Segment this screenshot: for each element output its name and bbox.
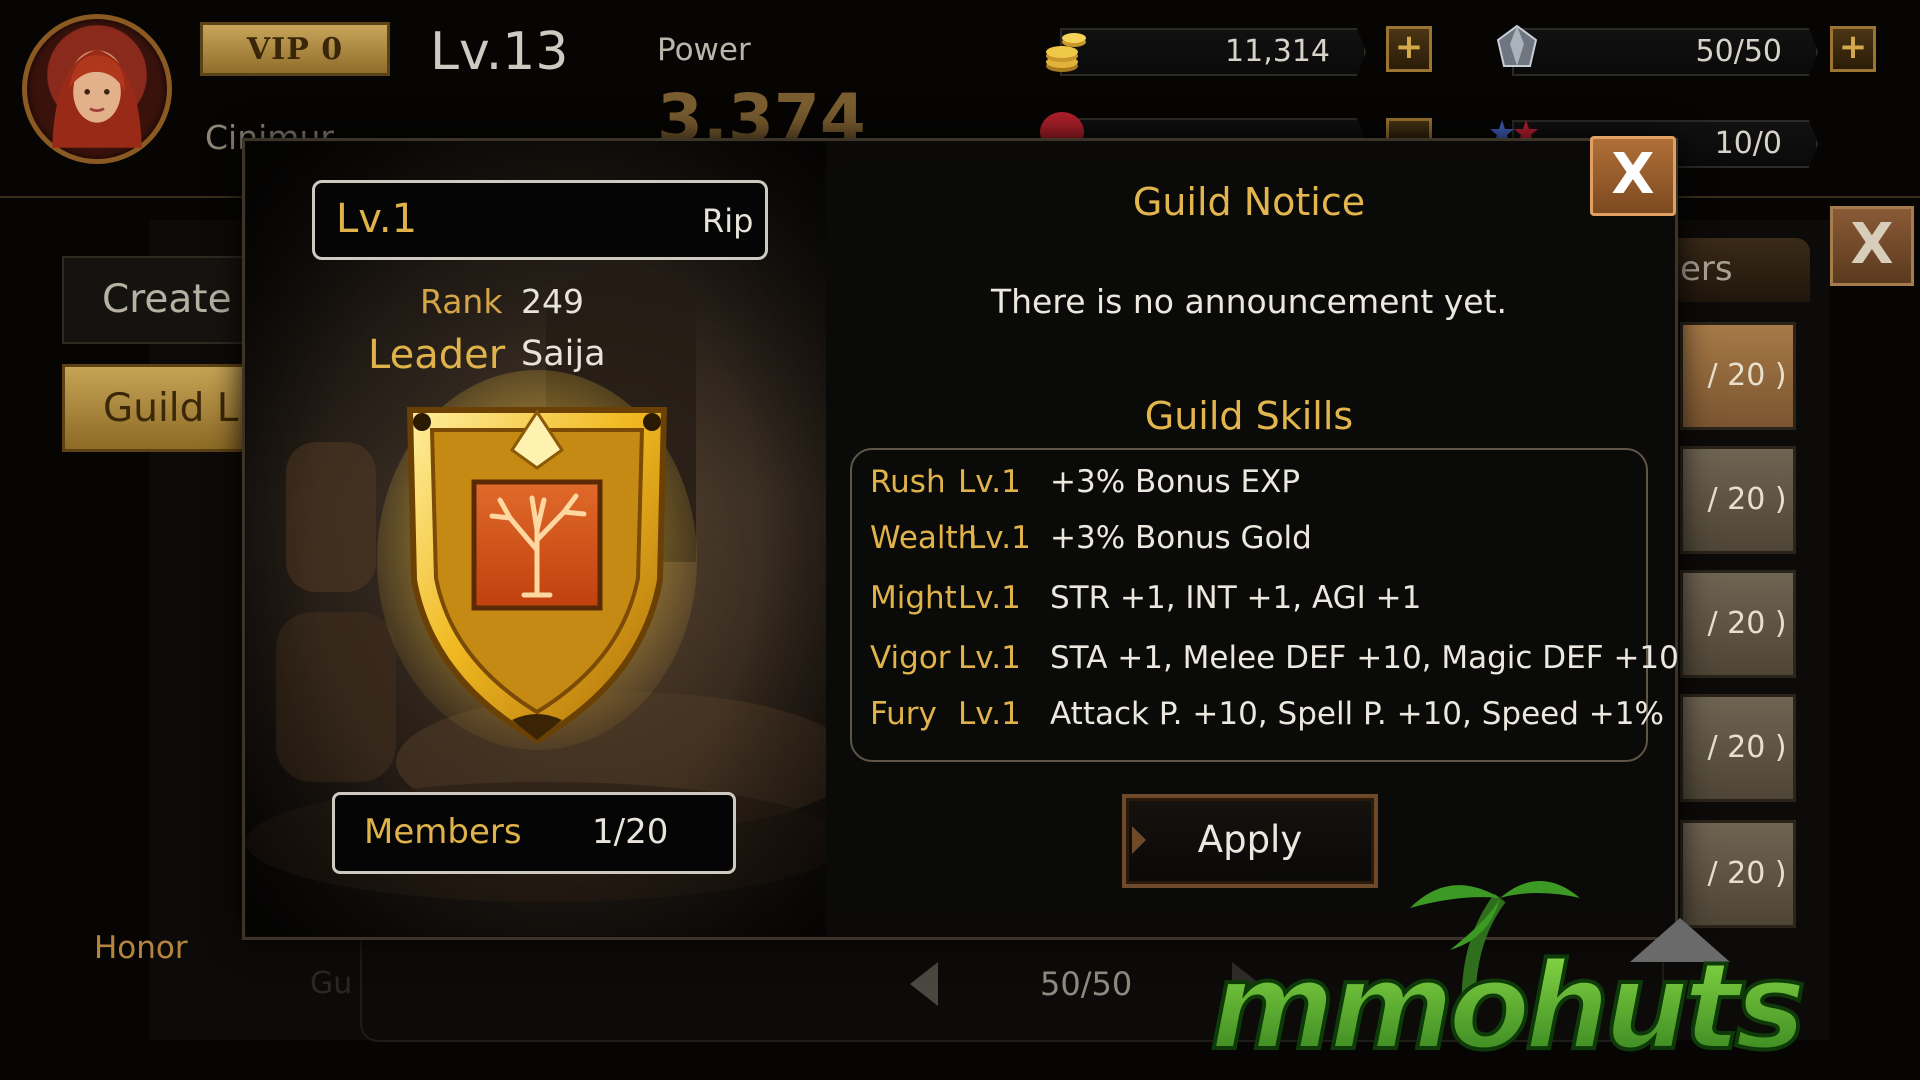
guild-slot[interactable]: / 20 ) — [1680, 570, 1796, 678]
skill-description: STR +1, INT +1, AGI +1 — [1050, 580, 1422, 616]
stamina-counter: 50/50 — [1512, 28, 1818, 76]
tab-guild-list[interactable]: Guild List — [62, 364, 262, 452]
skill-description: STA +1, Melee DEF +10, Magic DEF +10 — [1050, 640, 1679, 676]
members-value: 1/20 — [592, 812, 669, 852]
rank-value: 249 — [521, 282, 584, 321]
skill-name: Might — [870, 580, 957, 616]
close-dialog-button[interactable]: X — [1590, 136, 1676, 216]
skill-level: Lv.1 — [958, 640, 1021, 676]
skill-name: Fury — [870, 696, 937, 732]
svg-text:mmohuts: mmohuts — [1210, 938, 1803, 1058]
skill-name: Rush — [870, 464, 946, 500]
skill-level: Lv.1 — [958, 580, 1021, 616]
vip-badge[interactable]: VIP 0 — [200, 22, 390, 76]
power-label: Power — [657, 32, 751, 68]
add-gold-button[interactable]: + — [1386, 26, 1432, 72]
skill-row-might: Might Lv.1 STR +1, INT +1, AGI +1 — [870, 580, 1630, 630]
skill-row-wealth: Wealth Lv.1 +3% Bonus Gold — [870, 520, 1630, 570]
tree-emblem-icon — [377, 370, 697, 750]
rank-label: Rank — [420, 282, 503, 321]
skill-row-rush: Rush Lv.1 +3% Bonus EXP — [870, 464, 1630, 514]
skill-level: Lv.1 — [968, 520, 1031, 556]
guild-slot[interactable]: / 20 ) — [1680, 322, 1796, 430]
tab-create-guild[interactable]: Create Guild — [62, 256, 262, 344]
guild-notice-text: There is no announcement yet. — [990, 282, 1508, 321]
skill-description: +3% Bonus EXP — [1050, 464, 1301, 500]
skill-level: Lv.1 — [958, 696, 1021, 732]
skill-description: +3% Bonus Gold — [1050, 520, 1312, 556]
guild-skills-title: Guild Skills — [1144, 394, 1354, 438]
skill-row-vigor: Vigor Lv.1 STA +1, Melee DEF +10, Magic … — [870, 640, 1679, 690]
guild-slot[interactable]: / 20 ) — [1680, 446, 1796, 554]
guild-notice-title: Guild Notice — [1132, 180, 1366, 224]
members-label: Members — [364, 812, 522, 852]
gold-counter: 11,314 — [1060, 28, 1366, 76]
guild-column-label: Gu — [310, 966, 353, 1001]
skill-name: Wealth — [870, 520, 978, 556]
gold-coins-icon — [1040, 24, 1092, 76]
leader-label: Leader — [368, 332, 506, 378]
mmohuts-watermark-logo: mmohuts — [1200, 858, 1900, 1079]
leader-value: Saija — [521, 334, 606, 374]
skill-name: Vigor — [870, 640, 951, 676]
player-avatar[interactable] — [22, 14, 172, 164]
guild-slot[interactable]: / 20 ) — [1680, 694, 1796, 802]
page-indicator: 50/50 — [1040, 965, 1133, 1003]
guild-level: Lv.1 — [336, 196, 418, 242]
prev-page-arrow-icon[interactable] — [910, 962, 938, 1006]
skill-row-fury: Fury Lv.1 Attack P. +10, Spell P. +10, S… — [870, 696, 1664, 746]
honor-label: Honor — [94, 930, 188, 966]
add-stamina-button[interactable]: + — [1830, 26, 1876, 72]
skill-description: Attack P. +10, Spell P. +10, Speed +1% — [1050, 696, 1664, 732]
guild-name: Rip — [702, 202, 754, 240]
skill-level: Lv.1 — [958, 464, 1021, 500]
close-guild-panel-button[interactable]: X — [1830, 206, 1914, 286]
crystal-icon — [1490, 22, 1544, 76]
members-column-header: ers — [1660, 238, 1810, 302]
player-level: Lv.13 — [430, 22, 569, 82]
